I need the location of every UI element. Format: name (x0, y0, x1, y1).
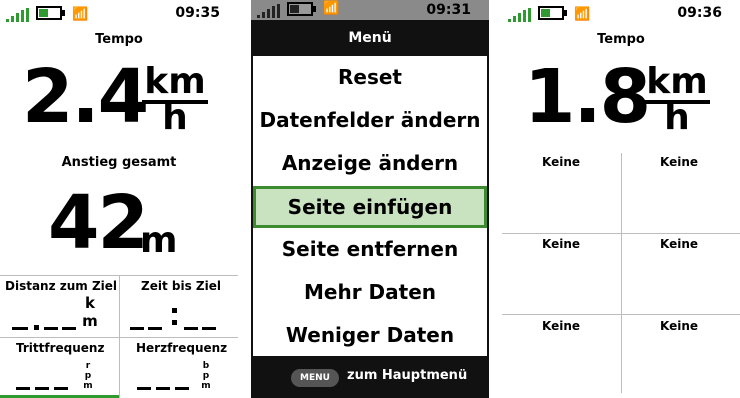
heart-rate-label: Herzfrequenz (136, 341, 228, 355)
speed-unit-bottom-wrap: h (140, 100, 210, 136)
empty-value-dash (137, 387, 151, 390)
empty-field-label[interactable]: Keine (542, 319, 580, 333)
empty-value-dash (148, 327, 162, 330)
speed-unit-top: km (646, 61, 708, 102)
menu-item-change-display[interactable]: Anzeige ändern (253, 142, 487, 184)
hr-unit-m: m (201, 381, 211, 391)
grid-divider (502, 314, 740, 315)
cadence-unit-p: p (84, 371, 92, 381)
empty-field-label[interactable]: Keine (660, 319, 698, 333)
cadence-label: Trittfrequenz (16, 341, 105, 355)
empty-value-dash (12, 327, 28, 330)
data-page-screen-new: 📶 09:36 Tempo 1.8 km h Keine Keine Keine… (502, 0, 740, 398)
empty-value-dash (184, 327, 198, 330)
grid-divider (621, 153, 622, 393)
empty-value-dash (156, 387, 170, 390)
speed-value: 1.8 (524, 54, 651, 140)
speed-unit-top: km (144, 61, 206, 102)
empty-value-dash (16, 387, 30, 390)
colon-dot (172, 308, 177, 313)
hr-unit-p: p (202, 371, 210, 381)
menu-item-change-data-fields[interactable]: Datenfelder ändern (253, 99, 487, 141)
status-bar: 📶 09:35 (0, 0, 238, 30)
cadence-unit-m: m (83, 381, 93, 391)
empty-value-dash (62, 327, 76, 330)
speed-unit: km (642, 64, 712, 100)
ascent-unit: m (140, 220, 178, 261)
menu-item-insert-page[interactable]: Seite einfügen (253, 186, 487, 228)
decimal-dot (34, 325, 39, 330)
status-bar: 📶 09:36 (502, 0, 740, 30)
menu-item-remove-page[interactable]: Seite entfernen (253, 228, 487, 270)
empty-value-dash (44, 327, 58, 330)
distance-unit-bottom: m (82, 312, 98, 330)
signal-strength-icon (257, 4, 281, 18)
clock: 09:36 (677, 5, 722, 21)
distance-unit-bottom-wrap: m (82, 314, 98, 329)
battery-icon (538, 6, 568, 22)
gps-signal-icon: 📶 (323, 1, 340, 16)
ascent-field-label: Anstieg gesamt (61, 155, 177, 170)
signal-strength-icon (508, 8, 532, 22)
screen-divider (489, 0, 502, 398)
distance-to-dest-label: Distanz zum Ziel (5, 279, 118, 293)
menu-item-reset[interactable]: Reset (253, 56, 487, 98)
menu-title: Menü (251, 20, 489, 56)
speed-field-label: Tempo (95, 32, 143, 47)
battery-icon (287, 2, 317, 18)
data-page-screen: 📶 09:35 Tempo 2.4 km h Anstieg gesamt 42… (0, 0, 238, 398)
colon-dot (172, 320, 177, 325)
menu-list: Reset Datenfelder ändern Anzeige ändern … (253, 56, 487, 356)
speed-unit-bottom: h (664, 97, 690, 138)
menu-screen: 📶 09:31 Menü Reset Datenfelder ändern An… (251, 0, 489, 398)
empty-field-label[interactable]: Keine (660, 155, 698, 169)
empty-value-dash (35, 387, 49, 390)
cadence-unit-r: r (85, 361, 91, 371)
main-menu-hint: zum Hauptmenü (347, 368, 468, 383)
empty-value-dash (175, 387, 189, 390)
speed-unit: km (140, 64, 210, 100)
menu-item-more-data[interactable]: Mehr Daten (253, 271, 487, 313)
time-to-dest-label: Zeit bis Ziel (141, 279, 221, 293)
status-bar: 📶 09:31 (251, 0, 489, 20)
signal-strength-icon (6, 8, 30, 22)
empty-field-label[interactable]: Keine (542, 237, 580, 251)
empty-field-label[interactable]: Keine (660, 237, 698, 251)
menu-key-button[interactable]: MENU (291, 369, 339, 387)
speed-field-label: Tempo (597, 32, 645, 47)
gps-signal-icon: 📶 (574, 7, 591, 22)
hr-unit-b: b (202, 361, 210, 371)
gps-signal-icon: 📶 (72, 7, 89, 22)
speed-unit-bottom-wrap: h (642, 100, 712, 136)
grid-divider (502, 233, 740, 234)
menu-item-less-data[interactable]: Weniger Daten (253, 314, 487, 356)
empty-value-dash (130, 327, 144, 330)
battery-icon (36, 6, 66, 22)
distance-unit: k (82, 296, 98, 311)
speed-unit-bottom: h (162, 97, 188, 138)
distance-unit-top: k (85, 294, 95, 312)
grid-divider (119, 275, 120, 398)
empty-field-label[interactable]: Keine (542, 155, 580, 169)
ascent-value: 42 (48, 180, 149, 266)
speed-value: 2.4 (22, 54, 149, 140)
menu-footer: MENU zum Hauptmenü (251, 357, 489, 398)
screen-divider (238, 0, 251, 398)
clock: 09:31 (426, 2, 471, 18)
empty-value-dash (54, 387, 68, 390)
empty-value-dash (202, 327, 216, 330)
clock: 09:35 (175, 5, 220, 21)
